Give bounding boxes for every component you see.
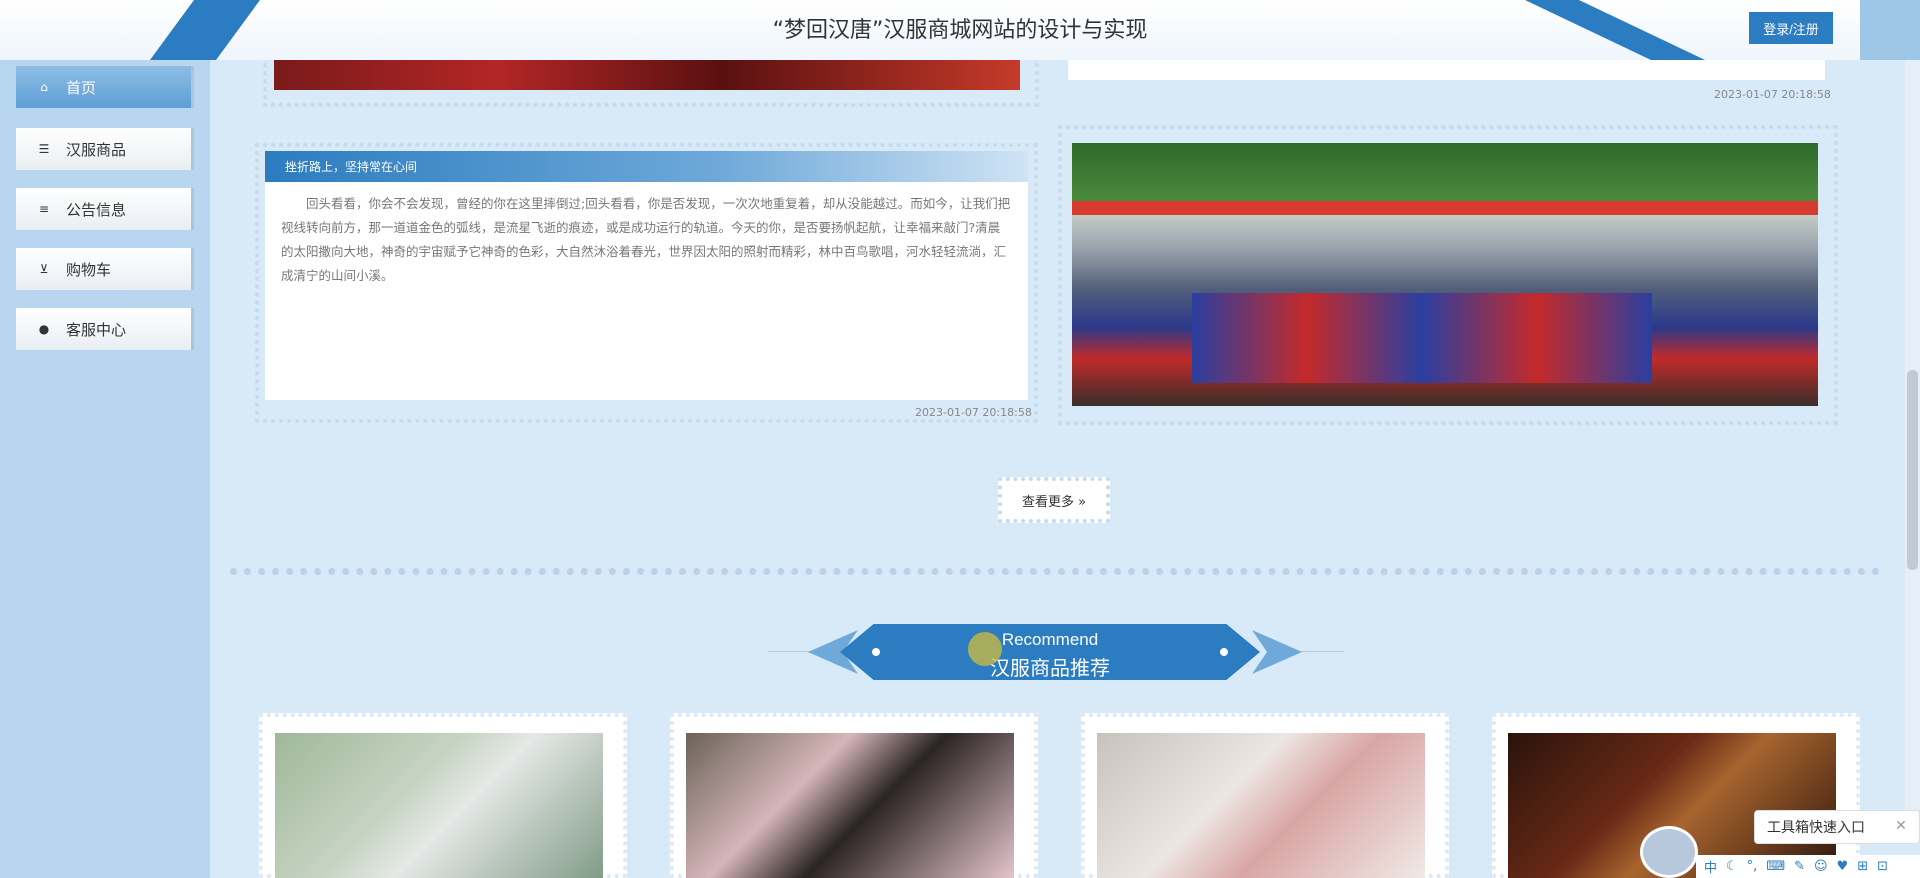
ime-skin-icon[interactable]: ♥ bbox=[1837, 859, 1849, 874]
sidebar-item-label: 客服中心 bbox=[66, 320, 127, 339]
ime-toolbar: 中 ☾ °, ⌨ ✎ ☺ ♥ ⊞ ⊡ bbox=[1696, 855, 1920, 878]
ime-emoji-icon[interactable]: ☺ bbox=[1814, 859, 1828, 874]
sidebar: ⌂ 首页 ☰ 汉服商品 ≡ 公告信息 ⊻ 购物车 ● 客服中心 bbox=[0, 60, 210, 878]
sidebar-item-label: 首页 bbox=[66, 78, 97, 97]
news-card[interactable]: 挫折路上，坚持常在心间 回头看看，你会不会发现，曾经的你在这里摔倒过;回头看看，… bbox=[265, 151, 1028, 400]
news-card-title: 挫折路上，坚持常在心间 bbox=[265, 151, 1028, 182]
news-card-date: 2023-01-07 20:18:58 bbox=[915, 406, 1032, 419]
ime-punctuation-icon[interactable]: °, bbox=[1747, 859, 1758, 874]
sidebar-item-home[interactable]: ⌂ 首页 bbox=[16, 66, 194, 108]
product-card[interactable] bbox=[1081, 713, 1449, 878]
assistant-avatar-icon[interactable] bbox=[1640, 826, 1698, 878]
product-card[interactable] bbox=[259, 713, 627, 878]
news-image-top-left[interactable] bbox=[274, 60, 1020, 90]
view-more-button[interactable]: 查看更多 » bbox=[998, 477, 1110, 523]
news-card-top-right[interactable] bbox=[1068, 60, 1825, 80]
news-card-body: 回头看看，你会不会发现，曾经的你在这里摔倒过;回头看看，你是否发现，一次次地重复… bbox=[281, 196, 1011, 283]
product-card[interactable] bbox=[670, 713, 1038, 878]
recommend-title-cn: 汉服商品推荐 bbox=[990, 656, 1110, 680]
ime-pen-icon[interactable]: ✎ bbox=[1794, 859, 1805, 874]
sidebar-item-products[interactable]: ☰ 汉服商品 bbox=[16, 128, 194, 170]
festival-crowd bbox=[1192, 293, 1652, 383]
site-title: “梦回汉唐”汉服商城网站的设计与实现 bbox=[772, 18, 1148, 43]
cursor-highlight bbox=[968, 632, 1002, 666]
cart-icon: ⊻ bbox=[39, 262, 49, 276]
ime-settings-icon[interactable]: ⊡ bbox=[1877, 859, 1888, 874]
ime-chinese-icon[interactable]: 中 bbox=[1704, 857, 1717, 876]
recommend-banner: Recommend 汉服商品推荐 bbox=[840, 624, 1260, 680]
layers-icon: ☰ bbox=[38, 142, 50, 156]
chat-icon: ● bbox=[38, 322, 50, 336]
sliders-icon: ≡ bbox=[38, 202, 50, 216]
product-image[interactable] bbox=[1097, 733, 1425, 878]
sidebar-item-notices[interactable]: ≡ 公告信息 bbox=[16, 188, 194, 230]
page-scrollbar-thumb[interactable] bbox=[1907, 370, 1918, 570]
sidebar-item-label: 汉服商品 bbox=[66, 140, 127, 159]
news-date-top-right: 2023-01-07 20:18:58 bbox=[1714, 88, 1831, 101]
festival-banner bbox=[1072, 201, 1818, 215]
sidebar-item-label: 购物车 bbox=[66, 260, 112, 279]
recommend-title-en: Recommend bbox=[1001, 630, 1099, 649]
login-register-button[interactable]: 登录/注册 bbox=[1749, 12, 1833, 44]
ime-grid-icon[interactable]: ⊞ bbox=[1857, 859, 1868, 874]
ime-moon-icon[interactable]: ☾ bbox=[1726, 859, 1738, 874]
home-icon: ⌂ bbox=[40, 80, 48, 94]
close-icon[interactable]: ✕ bbox=[1890, 815, 1912, 837]
sidebar-item-service[interactable]: ● 客服中心 bbox=[16, 308, 194, 350]
news-image-festival[interactable] bbox=[1072, 143, 1818, 406]
sidebar-item-label: 公告信息 bbox=[66, 200, 127, 219]
sidebar-item-cart[interactable]: ⊻ 购物车 bbox=[16, 248, 194, 290]
section-divider bbox=[230, 568, 1880, 575]
product-image[interactable] bbox=[686, 733, 1014, 878]
header: “梦回汉唐”汉服商城网站的设计与实现 登录/注册 bbox=[0, 0, 1920, 60]
recommend-line-right bbox=[1296, 651, 1344, 652]
ime-keyboard-icon[interactable]: ⌨ bbox=[1766, 859, 1785, 874]
product-image[interactable] bbox=[275, 733, 603, 878]
